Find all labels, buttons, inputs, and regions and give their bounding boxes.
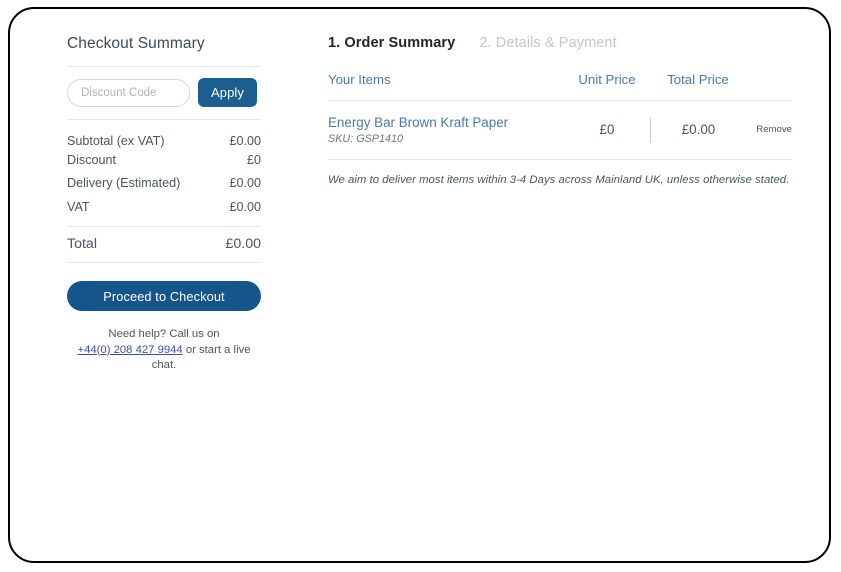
table-row: Energy Bar Brown Kraft Paper SKU: GSP141… [328, 101, 792, 159]
totals-row-delivery: Delivery (Estimated) £0.00 [67, 169, 261, 193]
help-text: Need help? Call us on +44(0) 208 427 994… [67, 327, 261, 374]
grand-total-row: Total £0.00 [67, 227, 261, 262]
column-header-unit-price: Unit Price [578, 72, 636, 87]
help-text-lead: Need help? Call us on [108, 328, 220, 340]
totals-label-delivery: Delivery (Estimated) [67, 176, 181, 190]
totals-row-discount: Discount £0 [67, 150, 261, 169]
grand-total-amount: £0.00 [225, 236, 261, 252]
discount-code-input[interactable] [67, 78, 190, 107]
totals-row-vat: VAT £0.00 [67, 193, 261, 217]
checkout-summary-title: Checkout Summary [67, 35, 205, 52]
totals-amount-delivery: £0.00 [229, 176, 261, 190]
item-sku: SKU: GSP1410 [328, 133, 404, 145]
column-header-your-items: Your Items [328, 72, 391, 87]
total-divider-bottom [67, 262, 261, 263]
apply-discount-button[interactable]: Apply [198, 78, 257, 107]
totals-amount-vat: £0.00 [229, 199, 261, 214]
order-summary-panel: 1. Order Summary 2. Details & Payment Yo… [328, 35, 792, 186]
help-phone-link[interactable]: +44(0) 208 427 9944 [77, 344, 182, 356]
checkout-summary-panel: Checkout Summary Apply Subtotal (ex VAT)… [67, 35, 261, 374]
step-order-summary[interactable]: 1. Order Summary [328, 35, 455, 51]
item-info: Energy Bar Brown Kraft Paper SKU: GSP141… [328, 114, 564, 145]
totals-label-vat: VAT [67, 199, 90, 214]
totals-row-subtotal: Subtotal (ex VAT) £0.00 [67, 131, 261, 150]
items-row-divider [328, 159, 792, 160]
summary-divider-top [67, 66, 261, 67]
totals-amount-subtotal: £0.00 [229, 133, 261, 148]
item-total-price: £0.00 [681, 122, 716, 137]
checkout-page: Checkout Summary Apply Subtotal (ex VAT)… [10, 9, 829, 561]
totals-list: Subtotal (ex VAT) £0.00 Discount £0 Deli… [67, 131, 261, 216]
step-details-payment[interactable]: 2. Details & Payment [479, 35, 616, 51]
browser-window-frame: Checkout Summary Apply Subtotal (ex VAT)… [8, 7, 831, 563]
grand-total-label: Total [67, 236, 97, 252]
item-unit-price: £0 [599, 122, 615, 137]
remove-item-button[interactable]: Remove [746, 124, 792, 135]
proceed-to-checkout-button[interactable]: Proceed to Checkout [67, 281, 261, 311]
item-name-link[interactable]: Energy Bar Brown Kraft Paper [328, 114, 564, 131]
summary-divider-mid [67, 119, 261, 120]
checkout-steps: 1. Order Summary 2. Details & Payment [328, 35, 792, 72]
items-table-header: Your Items Unit Price Total Price [328, 72, 792, 100]
column-header-total-price: Total Price [667, 72, 729, 87]
totals-amount-discount: £0 [246, 152, 261, 167]
item-total-price-cell: £0.00 [650, 116, 746, 143]
totals-label-subtotal: Subtotal (ex VAT) [67, 133, 165, 148]
totals-label-discount: Discount [67, 152, 116, 167]
delivery-note: We aim to deliver most items within 3-4 … [328, 174, 790, 186]
discount-code-row: Apply [67, 78, 261, 107]
